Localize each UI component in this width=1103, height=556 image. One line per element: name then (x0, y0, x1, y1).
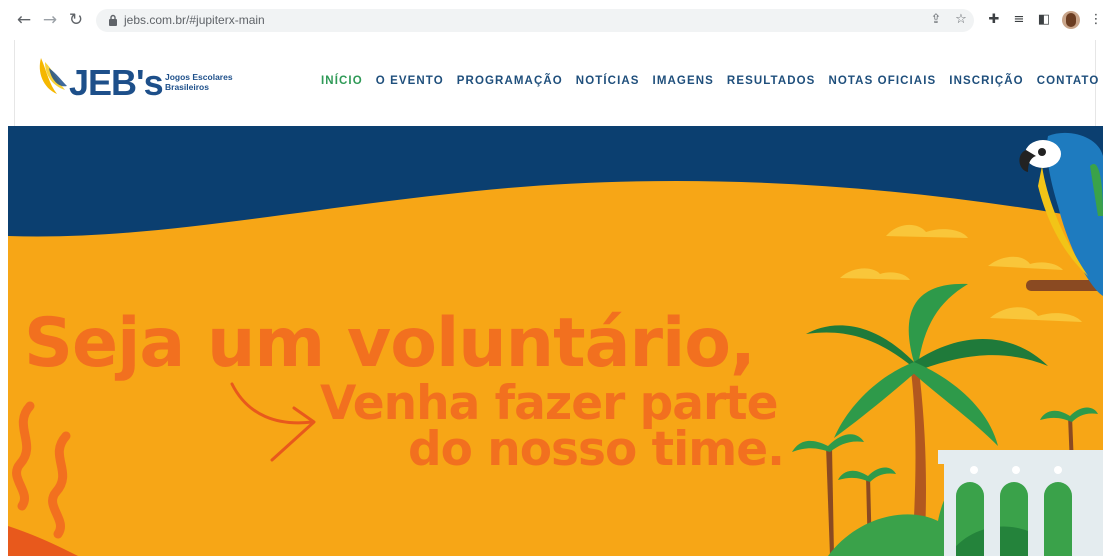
menu-item-o-evento[interactable]: O EVENTO (376, 75, 444, 87)
logo-subtitle-line1: Jogos Escolares (165, 72, 233, 82)
menu-item-contato[interactable]: CONTATO (1037, 75, 1100, 87)
hero-banner[interactable]: Seja um voluntário, Venha fazer parte do… (8, 126, 1103, 556)
logo-subtitle: Jogos Escolares Brasileiros (165, 72, 245, 92)
logo-subtitle-line2: Brasileiros (165, 82, 209, 92)
menu-item-inscricao[interactable]: INSCRIÇÃO (949, 75, 1023, 87)
address-bar[interactable]: jebs.com.br/#jupiterx-main ⇪ ☆ (96, 9, 974, 32)
menu-item-noticias[interactable]: NOTÍCIAS (576, 75, 640, 87)
site-header: JEB's Jogos Escolares Brasileiros INÍCIO… (14, 40, 1098, 126)
menu-item-imagens[interactable]: IMAGENS (653, 75, 714, 87)
side-panel-icon[interactable]: ◧ (1036, 12, 1052, 28)
menu-item-notas-oficiais[interactable]: NOTAS OFICIAIS (828, 75, 936, 87)
lock-icon (109, 14, 117, 26)
url-text: jebs.com.br/#jupiterx-main (124, 13, 265, 27)
reading-list-icon[interactable]: ≡ (1011, 12, 1027, 28)
arrow-icon (230, 382, 314, 425)
share-icon[interactable]: ⇪ (928, 12, 944, 28)
extensions-icon[interactable]: ✚ (986, 12, 1002, 28)
cloud-shapes (840, 224, 1082, 322)
decorative-swirls (12, 401, 71, 539)
logo-wordmark: JEB's (69, 62, 164, 103)
menu-item-inicio[interactable]: INÍCIO (321, 75, 363, 87)
forward-arrow-icon[interactable]: → (40, 10, 60, 30)
main-menu: INÍCIO O EVENTO PROGRAMAÇÃO NOTÍCIAS IMA… (321, 75, 1103, 87)
hero-subheadline-2: do nosso time. (408, 422, 785, 477)
browser-toolbar: ← → ↻ jebs.com.br/#jupiterx-main ⇪ ☆ ✚ ≡… (0, 0, 1103, 40)
flame-logo-icon (39, 58, 67, 94)
reload-icon[interactable]: ↻ (66, 10, 86, 30)
corner-shape (8, 526, 78, 556)
hero-headline: Seja um voluntário, (24, 304, 756, 383)
menu-item-resultados[interactable]: RESULTADOS (727, 75, 816, 87)
macaw-parrot (1019, 132, 1103, 296)
profile-avatar[interactable] (1062, 11, 1080, 29)
star-icon[interactable]: ☆ (953, 12, 969, 28)
menu-dots-icon[interactable]: ⋮ (1088, 12, 1103, 28)
menu-item-programacao[interactable]: PROGRAMAÇÃO (457, 75, 563, 87)
jebs-logo[interactable]: JEB's Jogos Escolares Brasileiros (35, 54, 235, 110)
navy-wave-band (8, 126, 1103, 237)
back-arrow-icon[interactable]: ← (14, 10, 34, 30)
